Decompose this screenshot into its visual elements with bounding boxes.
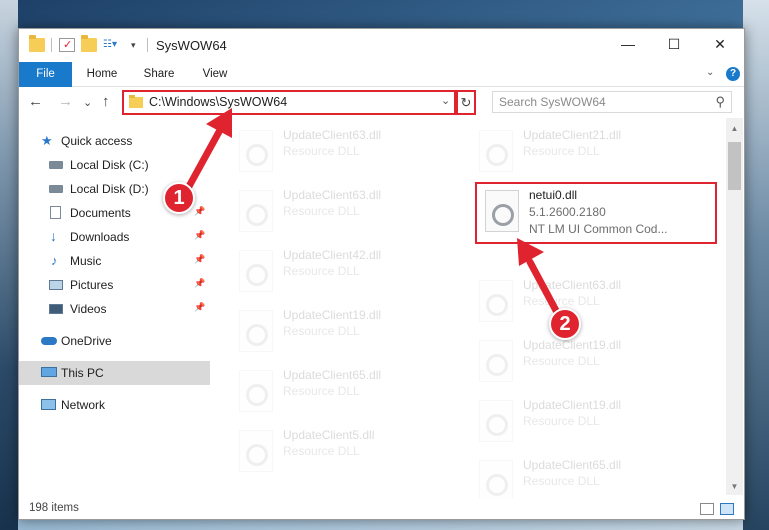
arrow-to-netui0-dll (517, 238, 564, 322)
annotation-arrows (183, 108, 564, 322)
step-callout-two: 2 (549, 308, 581, 340)
step-callout-one: 1 (163, 182, 195, 214)
arrow-to-address-bar (183, 108, 232, 194)
